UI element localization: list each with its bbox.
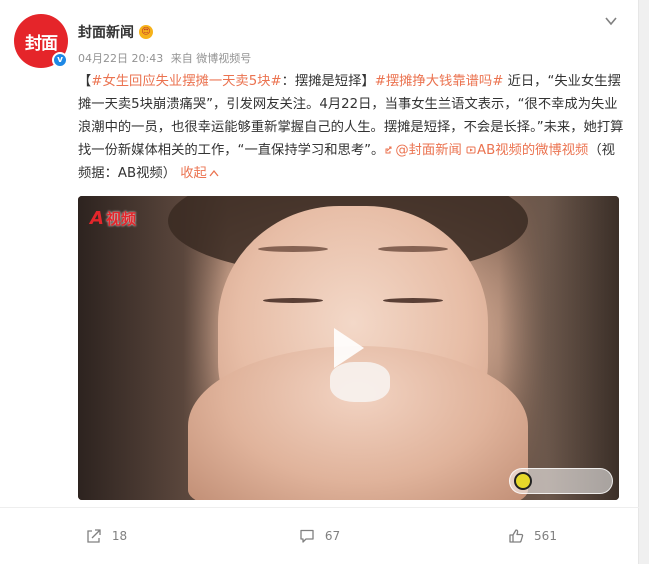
action-bar: 18 67 561 <box>0 508 639 564</box>
post-meta: 04月22日 20:43 来自 微博视频号 <box>78 50 255 66</box>
chevron-up-icon <box>209 169 219 177</box>
headline-open-bracket: 【 <box>78 74 92 89</box>
video-player[interactable]: A 视频 <box>78 196 619 500</box>
topic-link-2[interactable]: #摆摊挣大钱靠谱吗# <box>375 74 504 89</box>
post-source: 来自 微博视频号 <box>170 52 252 65</box>
like-button[interactable]: 561 <box>426 508 639 564</box>
comment-button[interactable]: 67 <box>213 508 426 564</box>
topic-link-1[interactable]: #女生回应失业摆摊一天卖5块# <box>91 74 281 89</box>
avatar-text: 封面 <box>25 33 58 54</box>
play-icon[interactable] <box>330 326 366 370</box>
chevron-down-icon[interactable] <box>604 14 618 28</box>
thumbs-up-icon <box>509 529 524 543</box>
share-count: 18 <box>111 529 128 543</box>
video-brow-left <box>258 246 328 252</box>
toggle-knob-icon <box>514 472 532 490</box>
name-row: 封面新闻 😍 <box>78 22 153 42</box>
post-text: 【#女生回应失业摆摊一天卖5块#：摆摊是短择】#摆摊挣大钱靠谱吗# 近日，“失业… <box>78 70 626 185</box>
mention-link[interactable]: @封面新闻 <box>384 143 462 158</box>
account-name[interactable]: 封面新闻 <box>78 22 134 42</box>
share-icon <box>87 529 101 543</box>
collapse-label: 收起 <box>180 166 207 181</box>
video-icon <box>466 146 476 154</box>
weibo-post-card: 封面 v 封面新闻 😍 04月22日 20:43 来自 微博视频号 【#女生回应… <box>0 0 639 564</box>
video-control-pill[interactable] <box>509 468 613 494</box>
video-link-text: AB视频的微博视频 <box>477 143 589 158</box>
link-icon <box>385 146 392 154</box>
comment-count: 67 <box>324 529 341 543</box>
video-eye-left <box>263 298 323 303</box>
video-link[interactable]: AB视频的微博视频 <box>466 143 588 158</box>
video-logo-letter: A <box>90 208 104 229</box>
emoji-badge-icon: 😍 <box>139 25 153 39</box>
collapse-button[interactable]: 收起 <box>180 166 219 181</box>
like-count: 561 <box>534 529 557 543</box>
video-brow-right <box>378 246 448 252</box>
post-date[interactable]: 04月22日 20:43 <box>78 52 163 65</box>
emoji-badge-text: 😍 <box>141 26 151 37</box>
verified-icon: v <box>52 52 68 68</box>
video-logo: A 视频 <box>90 208 136 229</box>
video-logo-text: 视频 <box>105 210 136 228</box>
mention-text: @封面新闻 <box>395 143 462 158</box>
video-eye-right <box>383 298 443 303</box>
share-button[interactable]: 18 <box>0 508 213 564</box>
comment-icon <box>300 529 314 543</box>
verified-mark: v <box>57 55 63 65</box>
headline-tail: ：摆摊是短择】 <box>281 74 375 89</box>
